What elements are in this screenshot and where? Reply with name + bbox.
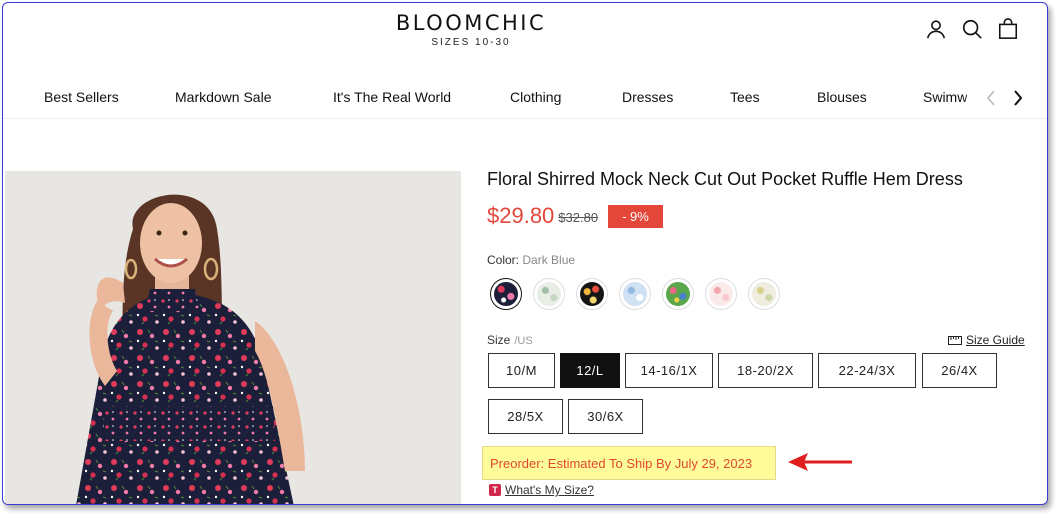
swatch-green[interactable] (662, 278, 694, 310)
nav-item-real-world[interactable]: It's The Real World (333, 89, 451, 105)
size-button-28-5x[interactable]: 28/5X (488, 399, 563, 434)
product-image[interactable] (5, 171, 461, 504)
swatch-pink[interactable] (705, 278, 737, 310)
swatch-mint-fill (537, 282, 561, 306)
whats-my-size-label: What's My Size? (505, 483, 594, 497)
size-label: Size/US (487, 333, 533, 347)
swatch-pink-fill (709, 282, 733, 306)
brand-logo[interactable]: BLOOMCHIC SIZES 10-30 (386, 11, 556, 48)
size-guide-link[interactable]: Size Guide (948, 333, 1025, 347)
brand-tagline: SIZES 10-30 (431, 37, 511, 48)
swatch-light-blue[interactable] (619, 278, 651, 310)
t-badge-icon: T (489, 484, 501, 496)
swatch-beige[interactable] (748, 278, 780, 310)
nav-item-markdown-sale[interactable]: Markdown Sale (175, 89, 272, 105)
account-icon[interactable] (925, 18, 947, 40)
swatch-green-fill (666, 282, 690, 306)
discount-badge: - 9% (608, 204, 663, 228)
category-nav: Best Sellers Markdown Sale It's The Real… (3, 83, 1047, 119)
bag-icon[interactable] (997, 18, 1019, 40)
swatch-beige-fill (752, 282, 776, 306)
chevron-left-icon[interactable] (981, 87, 1001, 109)
color-swatches (490, 278, 780, 310)
chevron-right-icon[interactable] (1008, 87, 1028, 109)
color-value: Dark Blue (522, 253, 576, 267)
nav-item-clothing[interactable]: Clothing (510, 89, 561, 105)
size-button-10m[interactable]: 10/M (488, 353, 555, 388)
swatch-black-fill (580, 282, 604, 306)
color-label: Color: Dark Blue (487, 253, 575, 267)
ruler-icon (948, 335, 962, 345)
swatch-mint[interactable] (533, 278, 565, 310)
size-button-26-4x[interactable]: 26/4X (922, 353, 997, 388)
brand-name: BLOOMCHIC (395, 11, 547, 35)
annotation-arrow-icon (788, 453, 852, 471)
original-price: $32.80 (558, 210, 599, 225)
search-icon[interactable] (961, 18, 983, 40)
size-unit: /US (514, 335, 533, 347)
nav-item-swimwear[interactable]: Swimwear (923, 89, 967, 105)
current-price: $29.80 (487, 203, 555, 228)
size-button-14-16-1x[interactable]: 14-16/1X (625, 353, 713, 388)
swatch-light-blue-fill (623, 282, 647, 306)
nav-item-tees[interactable]: Tees (730, 89, 760, 105)
nav-item-dresses[interactable]: Dresses (622, 89, 673, 105)
size-label-text: Size (487, 333, 511, 347)
size-button-18-20-2x[interactable]: 18-20/2X (718, 353, 813, 388)
whats-my-size-link[interactable]: T What's My Size? (489, 483, 594, 497)
nav-fade (963, 83, 983, 117)
swatch-dark-blue-fill (494, 282, 518, 306)
product-title: Floral Shirred Mock Neck Cut Out Pocket … (487, 169, 963, 189)
swatch-black[interactable] (576, 278, 608, 310)
size-button-22-24-3x[interactable]: 22-24/3X (818, 353, 916, 388)
nav-item-blouses[interactable]: Blouses (817, 89, 867, 105)
nav-item-best-sellers[interactable]: Best Sellers (44, 89, 119, 105)
price-row: $29.80 $32.80 - 9% (487, 203, 663, 229)
size-guide-label: Size Guide (966, 333, 1025, 347)
browser-frame: BLOOMCHIC SIZES 10-30 Best Sellers Markd… (2, 2, 1048, 505)
preorder-notice: Preorder: Estimated To Ship By July 29, … (482, 446, 776, 480)
color-label-text: Color: (487, 253, 520, 267)
model-photo (5, 171, 461, 504)
swatch-dark-blue[interactable] (490, 278, 522, 310)
header-icons (925, 18, 1019, 40)
size-button-12l[interactable]: 12/L (560, 353, 620, 388)
size-button-30-6x[interactable]: 30/6X (568, 399, 643, 434)
